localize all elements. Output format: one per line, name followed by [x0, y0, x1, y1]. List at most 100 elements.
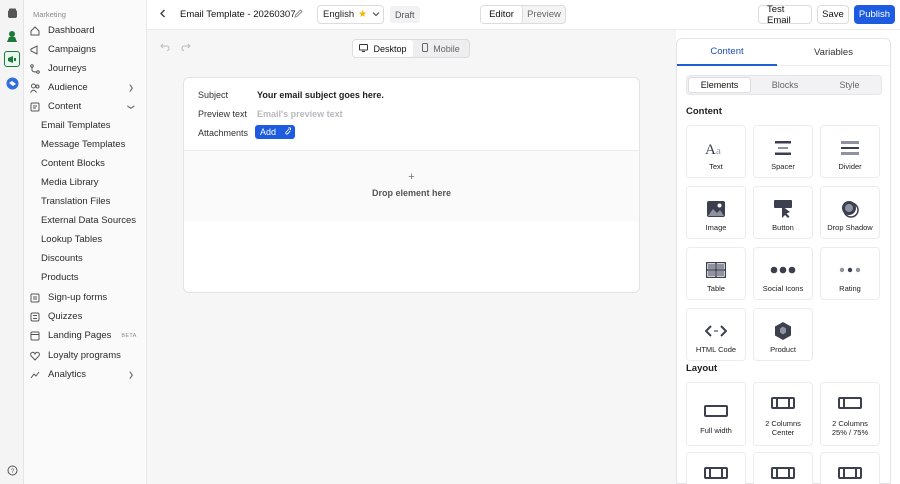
- drop-zone[interactable]: + Drop element here: [184, 150, 639, 221]
- sidebar-item-message-templates[interactable]: Message Templates: [41, 136, 142, 153]
- rating-icon: [821, 260, 879, 280]
- layout-icon: [687, 463, 745, 483]
- audience-icon: [30, 83, 44, 93]
- element-social-icons[interactable]: Social Icons: [753, 247, 813, 300]
- publish-button[interactable]: Publish: [854, 5, 895, 24]
- divider-icon: [821, 138, 879, 158]
- tab-desktop[interactable]: Desktop: [353, 40, 413, 57]
- element-text[interactable]: Aa Text: [686, 125, 746, 178]
- spacer-icon: [754, 138, 812, 158]
- element-drop-shadow[interactable]: Drop Shadow: [820, 186, 880, 239]
- sidebar-item-loyalty-programs[interactable]: Loyalty programs: [30, 347, 142, 364]
- mobile-label: Mobile: [433, 43, 460, 54]
- sidebar-item-media-library[interactable]: Media Library: [41, 174, 142, 191]
- tab-mobile[interactable]: Mobile: [413, 40, 469, 57]
- svg-text:a: a: [716, 145, 721, 155]
- sidebar-item-journeys[interactable]: Journeys: [30, 60, 142, 77]
- app-rail: ?: [0, 0, 24, 484]
- tab-preview[interactable]: Preview: [523, 6, 565, 23]
- content-heading: Content: [686, 106, 722, 117]
- desktop-label: Desktop: [373, 43, 407, 54]
- sidebar-section-title: Marketing: [33, 10, 66, 19]
- sidebar-item-email-templates[interactable]: Email Templates: [41, 117, 142, 134]
- quiz-icon: [30, 312, 44, 322]
- layout-tile[interactable]: [820, 452, 880, 484]
- help-icon[interactable]: ?: [4, 462, 20, 478]
- layout-tile[interactable]: [686, 452, 746, 484]
- monitor-icon: [359, 43, 369, 54]
- undo-button[interactable]: [160, 43, 170, 54]
- tab-editor[interactable]: Editor: [481, 6, 523, 23]
- element-product[interactable]: Product: [753, 308, 813, 361]
- tab-variables[interactable]: Variables: [777, 39, 890, 66]
- chevron-down-icon: [372, 9, 380, 20]
- user-icon[interactable]: [4, 28, 20, 44]
- device-toggle: Desktop Mobile: [352, 39, 470, 58]
- element-table[interactable]: Table: [686, 247, 746, 300]
- subtab-elements[interactable]: Elements: [688, 77, 751, 93]
- product-icon: [754, 321, 812, 341]
- element-divider[interactable]: Divider: [820, 125, 880, 178]
- chevron-left-icon: [159, 9, 166, 21]
- svg-text:?: ?: [10, 469, 14, 475]
- service-icon[interactable]: [4, 75, 20, 91]
- sidebar-item-discounts[interactable]: Discounts: [41, 250, 142, 267]
- back-button[interactable]: [155, 5, 169, 24]
- add-attachment-button[interactable]: Add: [255, 125, 295, 139]
- home-icon[interactable]: [4, 5, 20, 21]
- layout-tile[interactable]: [753, 452, 813, 484]
- subtab-style[interactable]: Style: [818, 77, 881, 93]
- journey-icon: [30, 63, 44, 74]
- element-spacer[interactable]: Spacer: [753, 125, 813, 178]
- two-columns-25-75-icon: [821, 393, 879, 413]
- redo-button[interactable]: [181, 43, 191, 54]
- preview-text-label: Preview text: [198, 109, 248, 119]
- sidebar-item-quizzes[interactable]: Quizzes: [30, 308, 142, 325]
- chevron-right-icon: ❯: [128, 84, 134, 92]
- layout-full-width[interactable]: Full width: [686, 382, 746, 446]
- paperclip-icon: [284, 127, 292, 137]
- subject-input[interactable]: Your email subject goes here.: [257, 90, 384, 100]
- heart-icon: [30, 351, 44, 361]
- sidebar-item-signup-forms[interactable]: Sign-up forms: [30, 289, 142, 306]
- preview-text-input[interactable]: Email's preview text: [257, 109, 343, 119]
- attachments-label: Attachments: [198, 128, 249, 138]
- social-icons-icon: [754, 260, 812, 280]
- sidebar-item-dashboard[interactable]: Dashboard: [30, 22, 142, 39]
- rename-button[interactable]: [294, 5, 303, 24]
- sidebar-item-content-blocks[interactable]: Content Blocks: [41, 155, 142, 172]
- content-icon: [30, 102, 44, 112]
- layout-heading: Layout: [686, 363, 718, 374]
- undo-icon: [160, 43, 170, 54]
- sidebar-item-audience[interactable]: Audience ❯: [30, 79, 142, 96]
- layout-icon: [821, 463, 879, 483]
- save-button[interactable]: Save: [817, 5, 849, 24]
- sidebar-item-translation-files[interactable]: Translation Files: [41, 193, 142, 210]
- test-email-button[interactable]: Test Email: [758, 4, 812, 26]
- chevron-down-icon: ❯: [127, 103, 135, 110]
- layout-2-columns-center[interactable]: 2 Columns Center: [753, 382, 813, 446]
- sidebar-item-products[interactable]: Products: [41, 269, 142, 286]
- top-bar: Email Template - 20260307 English ★ Draf…: [147, 0, 900, 30]
- sidebar-item-landing-pages[interactable]: Landing Pages BETA: [30, 327, 142, 344]
- language-select[interactable]: English ★: [317, 5, 384, 24]
- tab-content[interactable]: Content: [677, 39, 777, 66]
- element-image[interactable]: Image: [686, 186, 746, 239]
- landing-page-icon: [30, 331, 44, 341]
- sidebar-item-analytics[interactable]: Analytics ❯: [30, 366, 142, 383]
- image-icon: [687, 199, 745, 219]
- sidebar-item-campaigns[interactable]: Campaigns: [30, 41, 142, 58]
- element-rating[interactable]: Rating: [820, 247, 880, 300]
- drop-text: Drop element here: [371, 188, 452, 198]
- sidebar-item-external-data-sources[interactable]: External Data Sources: [41, 212, 142, 229]
- layout-2-columns-25-75[interactable]: 2 Columns 25% / 75%: [820, 382, 880, 446]
- element-html-code[interactable]: HTML Code: [686, 308, 746, 361]
- sidebar-item-lookup-tables[interactable]: Lookup Tables: [41, 231, 142, 248]
- subtab-blocks[interactable]: Blocks: [754, 77, 816, 93]
- element-button[interactable]: Button: [753, 186, 813, 239]
- marketing-icon[interactable]: [4, 51, 20, 67]
- sidebar-item-content[interactable]: Content ❯: [30, 98, 142, 115]
- pencil-icon: [294, 8, 303, 21]
- add-label: Add: [260, 127, 277, 137]
- analytics-icon: [30, 370, 44, 380]
